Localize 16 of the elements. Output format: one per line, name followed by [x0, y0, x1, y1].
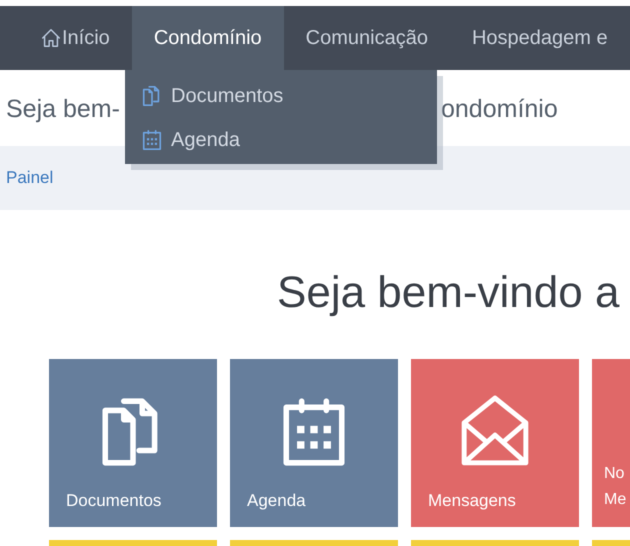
page-title: Seja bem-: [6, 94, 120, 125]
welcome-heading: Seja bem-vindo a: [277, 267, 620, 319]
nav-tab[interactable]: Condomínio: [132, 6, 284, 70]
dropdown-item[interactable]: Documentos: [125, 74, 437, 118]
calendar-icon: [141, 129, 163, 151]
breadcrumb-link[interactable]: Painel: [6, 165, 54, 191]
shortcut-tile[interactable]: Agenda: [230, 359, 398, 527]
shortcut-tile[interactable]: No Me: [592, 359, 630, 527]
shortcut-tile[interactable]: Mensagens: [411, 359, 579, 527]
dropdown-item[interactable]: Agenda: [125, 118, 437, 162]
nav-tab[interactable]: Hospedagem e: [450, 6, 630, 70]
nav-tab[interactable]: Comunicação: [284, 6, 450, 70]
nav-tab[interactable]: Início: [18, 6, 132, 70]
page-title: ondomínio: [441, 94, 558, 125]
shortcut-tile[interactable]: Documentos: [49, 359, 217, 527]
home-icon: [40, 27, 62, 49]
